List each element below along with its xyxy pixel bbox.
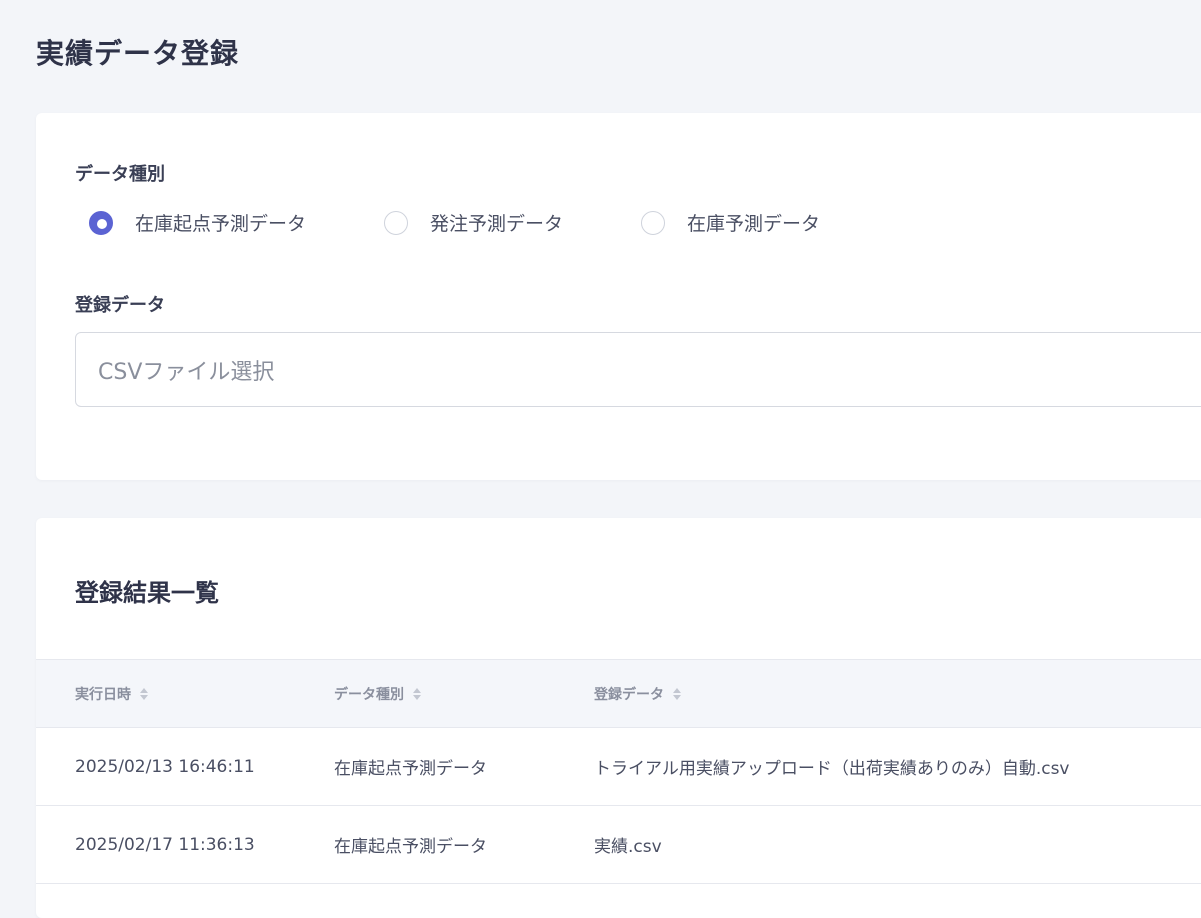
cell-data-type: 在庫起点予測データ: [334, 759, 487, 779]
radio-order-forecast[interactable]: 発注予測データ: [384, 209, 563, 236]
radio-label: 在庫起点予測データ: [135, 213, 307, 235]
radio-unchecked-icon[interactable]: [641, 210, 666, 235]
sort-updown-icon[interactable]: [139, 686, 149, 702]
upload-form-card: データ種別 在庫起点予測データ 発注予測データ 在庫予測データ 登録データ CS…: [36, 113, 1201, 480]
file-input-placeholder: CSVファイル選択: [98, 359, 275, 385]
page-title: 実績データ登録: [36, 37, 240, 70]
column-header-datetime[interactable]: 実行日時: [75, 684, 149, 704]
radio-label: 在庫予測データ: [687, 213, 821, 235]
table-row[interactable]: 2025/02/17 11:36:13 在庫起点予測データ 実績.csv: [36, 806, 1201, 884]
column-header-registered-data[interactable]: 登録データ: [594, 684, 682, 704]
results-table: 実行日時 データ種別 登録データ 2025/02/13 16:46:11 在庫起…: [36, 659, 1201, 884]
cell-file-name: トライアル用実績アップロード（出荷実績ありのみ）自動.csv: [594, 759, 1070, 779]
table-row[interactable]: 2025/02/13 16:46:11 在庫起点予測データ トライアル用実績アッ…: [36, 728, 1201, 806]
cell-datetime: 2025/02/13 16:46:11: [75, 756, 255, 777]
table-header: 実行日時 データ種別 登録データ: [36, 659, 1201, 728]
results-card: 登録結果一覧 実行日時 データ種別 登録データ 2025/02/13 16:46…: [36, 518, 1201, 918]
radio-checked-icon[interactable]: [89, 210, 113, 235]
data-type-label: データ種別: [75, 164, 165, 185]
column-header-data-type[interactable]: データ種別: [334, 684, 422, 704]
data-type-radio-group: 在庫起点予測データ 発注予測データ 在庫予測データ: [89, 209, 898, 236]
upload-data-label: 登録データ: [75, 295, 165, 316]
cell-datetime: 2025/02/17 11:36:13: [75, 834, 255, 855]
radio-unchecked-icon[interactable]: [384, 210, 409, 235]
csv-file-select-input[interactable]: CSVファイル選択: [75, 332, 1201, 407]
radio-inventory-forecast[interactable]: 在庫予測データ: [641, 209, 820, 236]
sort-updown-icon[interactable]: [412, 686, 422, 702]
results-title: 登録結果一覧: [75, 579, 219, 607]
sort-updown-icon[interactable]: [672, 686, 682, 702]
radio-label: 発注予測データ: [430, 213, 564, 235]
cell-file-name: 実績.csv: [594, 837, 662, 857]
cell-data-type: 在庫起点予測データ: [334, 837, 487, 857]
radio-inventory-start-forecast[interactable]: 在庫起点予測データ: [89, 209, 306, 236]
